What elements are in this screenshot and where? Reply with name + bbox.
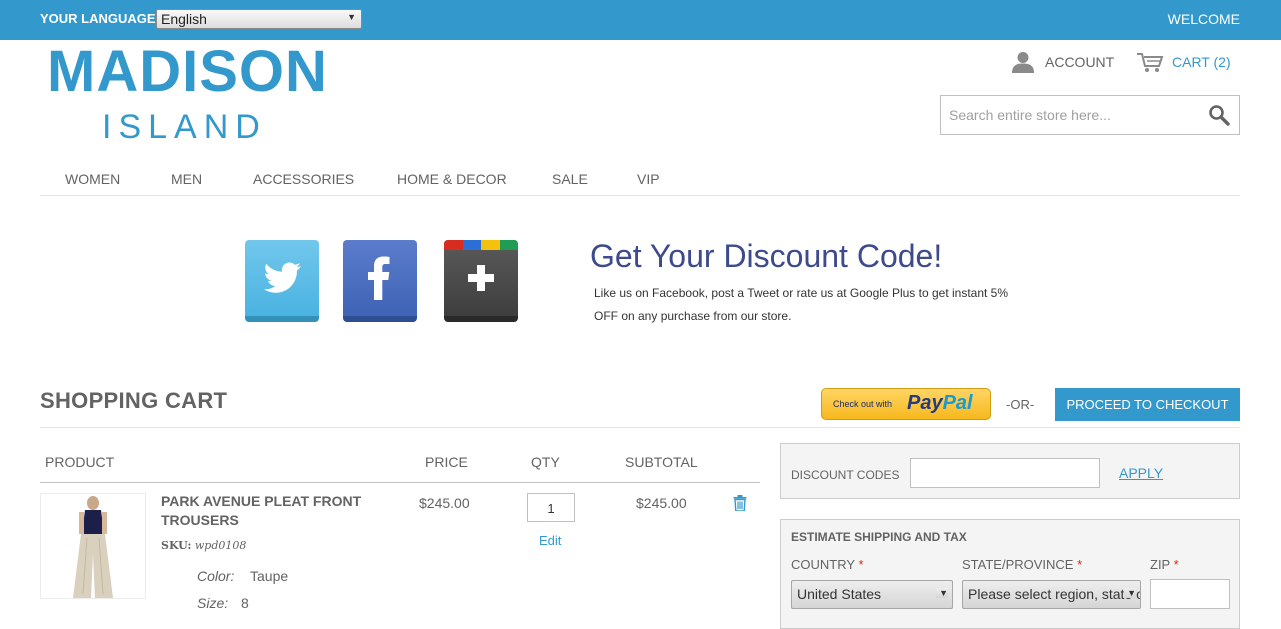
language-label: YOUR LANGUAGE:: [40, 11, 160, 26]
language-select[interactable]: English ▼: [156, 9, 362, 29]
discount-code-input[interactable]: [910, 458, 1100, 488]
product-sku: SKU: wpd0108: [161, 539, 247, 552]
cart-link[interactable]: CART (2): [1136, 51, 1231, 73]
cart-label: CART (2): [1172, 54, 1231, 70]
language-select-value: English: [161, 11, 207, 27]
nav-item-accessories[interactable]: ACCESSORIES: [253, 171, 354, 187]
nav-item-women[interactable]: WOMEN: [65, 171, 120, 187]
promo-text: Like us on Facebook, post a Tweet or rat…: [594, 286, 1009, 323]
state-label: STATE/PROVINCE *: [962, 557, 1083, 572]
option-size-label: Size:: [197, 595, 229, 611]
discount-codes-panel: DISCOUNT CODES APPLY: [780, 443, 1240, 499]
zip-label: ZIP *: [1150, 557, 1179, 572]
nav-item-sale[interactable]: SALE: [552, 171, 588, 187]
table-header-divider: [40, 482, 760, 483]
paypal-small-text: Check out with: [833, 399, 893, 409]
option-size-value: 8: [241, 595, 249, 611]
chevron-down-icon: ▼: [1124, 588, 1136, 598]
facebook-button[interactable]: [343, 240, 417, 322]
product-image[interactable]: [40, 493, 146, 599]
user-icon: [1012, 52, 1034, 73]
promo-title: Get Your Discount Code!: [590, 238, 943, 274]
account-label: ACCOUNT: [1045, 54, 1115, 70]
state-select-value: Please select region, state or province: [968, 586, 1140, 602]
country-select[interactable]: United States ▼: [791, 580, 953, 609]
twitter-button[interactable]: [245, 240, 319, 322]
cart-icon: [1137, 53, 1164, 72]
zip-input[interactable]: [1150, 579, 1230, 609]
estimate-shipping-title: ESTIMATE SHIPPING AND TAX: [791, 530, 967, 544]
nav-item-men[interactable]: MEN: [171, 171, 202, 187]
column-header-subtotal: SUBTOTAL: [625, 454, 698, 470]
item-price: $245.00: [419, 495, 470, 511]
search-box: [940, 95, 1240, 135]
product-name[interactable]: PARK AVENUE PLEAT FRONT TROUSERS: [161, 492, 391, 530]
paypal-logo: PayPal: [907, 392, 973, 414]
apply-discount-link[interactable]: APPLY: [1119, 465, 1163, 481]
logo-sub-text: ISLAND: [102, 108, 267, 146]
account-link[interactable]: ACCOUNT: [1011, 51, 1114, 73]
twitter-icon: [245, 240, 319, 316]
trash-icon[interactable]: [733, 495, 747, 511]
main-nav: WOMEN MEN ACCESSORIES HOME & DECOR SALE …: [40, 164, 1240, 196]
page-title: SHOPPING CART: [40, 388, 228, 413]
chevron-down-icon: ▼: [347, 12, 356, 22]
country-select-value: United States: [797, 586, 882, 602]
paypal-checkout-button[interactable]: Check out with PayPal: [821, 388, 991, 420]
column-header-product: PRODUCT: [45, 454, 115, 470]
column-header-price: PRICE: [425, 454, 468, 470]
or-separator: -OR-: [1006, 397, 1035, 412]
nav-item-home-decor[interactable]: HOME & DECOR: [397, 171, 507, 187]
discount-codes-label: DISCOUNT CODES: [791, 468, 900, 482]
search-input[interactable]: [941, 96, 1201, 134]
state-select[interactable]: Please select region, state or province …: [962, 580, 1141, 609]
edit-item-link[interactable]: Edit: [539, 533, 561, 548]
nav-item-vip[interactable]: VIP: [637, 171, 660, 187]
search-icon[interactable]: [1208, 104, 1230, 126]
logo-main-text: MADISON: [47, 39, 328, 104]
google-plus-button[interactable]: [444, 240, 518, 322]
divider: [40, 427, 1240, 428]
quantity-input[interactable]: 1: [527, 493, 575, 522]
option-color-value: Taupe: [250, 568, 289, 584]
welcome-text: WELCOME: [1167, 11, 1240, 27]
item-subtotal: $245.00: [636, 495, 687, 511]
proceed-to-checkout-button[interactable]: PROCEED TO CHECKOUT: [1055, 388, 1240, 421]
chevron-down-icon: ▼: [936, 588, 948, 598]
top-bar: YOUR LANGUAGE: English ▼ WELCOME: [0, 0, 1281, 40]
column-header-qty: QTY: [531, 454, 560, 470]
facebook-icon: [343, 240, 417, 316]
option-color-label: Color:: [197, 568, 235, 584]
estimate-shipping-panel: ESTIMATE SHIPPING AND TAX COUNTRY * STAT…: [780, 519, 1240, 629]
country-label: COUNTRY *: [791, 557, 864, 572]
google-plus-icon: [444, 240, 518, 316]
